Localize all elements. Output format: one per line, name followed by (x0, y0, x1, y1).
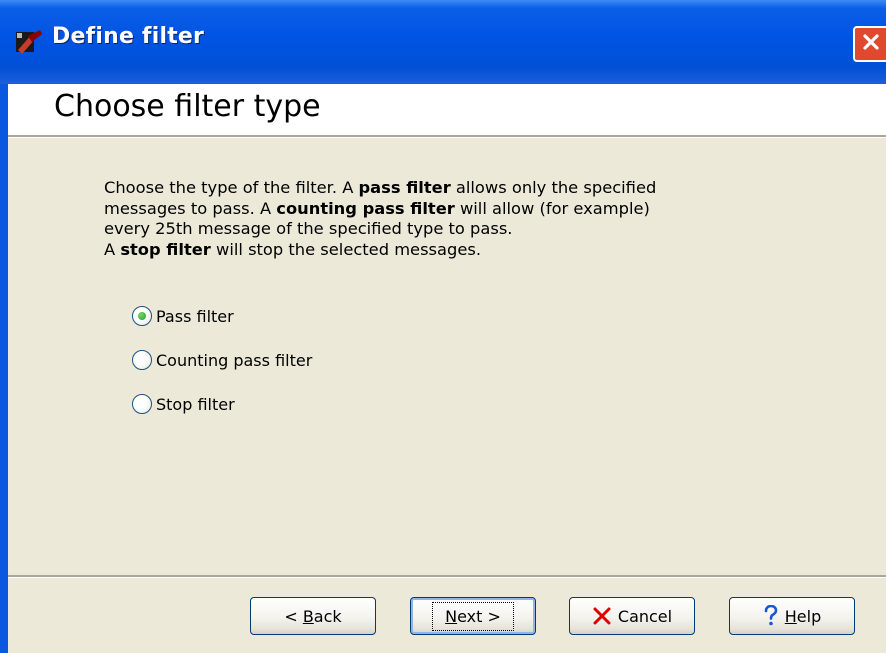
filter-description: Choose the type of the filter. A pass fi… (104, 178, 744, 260)
cancel-button-label: Cancel (617, 606, 673, 626)
radio-selected-dot (138, 312, 146, 320)
cancel-button[interactable]: Cancel (569, 597, 695, 635)
radio-label[interactable]: Pass filter (156, 307, 234, 326)
description-line-2: messages to pass. A counting pass filter… (104, 198, 650, 218)
window-frame-left (0, 84, 8, 653)
dialog-window: Define filter Choose filter type Choose … (0, 0, 886, 653)
next-button-label: Next > (432, 601, 514, 631)
radio-button[interactable] (132, 306, 152, 326)
radio-stop-filter[interactable]: Stop filter (132, 394, 235, 414)
description-line-4: A stop filter will stop the selected mes… (104, 239, 482, 259)
wizard-content: Choose the type of the filter. A pass fi… (8, 138, 886, 575)
close-icon (861, 32, 881, 56)
radio-pass-filter[interactable]: Pass filter (132, 306, 234, 326)
back-button-label: < Back (284, 606, 342, 626)
page-title: Choose filter type (54, 89, 321, 124)
description-line-1: Choose the type of the filter. A pass fi… (104, 178, 657, 197)
question-icon (763, 605, 779, 627)
description-line-3: every 25th message of the specified type… (104, 219, 513, 238)
filter-app-icon (14, 28, 44, 56)
help-button-label: Help (784, 606, 822, 626)
wizard-header: Choose filter type (8, 84, 886, 135)
radio-counting-pass-filter[interactable]: Counting pass filter (132, 350, 312, 370)
radio-label[interactable]: Counting pass filter (156, 351, 312, 370)
window-title: Define filter (52, 24, 205, 49)
x-icon (592, 606, 612, 626)
title-bar[interactable]: Define filter (0, 0, 886, 84)
button-bar: < Back Next > Cancel Help (8, 578, 886, 653)
radio-button[interactable] (132, 394, 152, 414)
next-button[interactable]: Next > (410, 597, 536, 635)
close-button[interactable] (853, 26, 886, 62)
radio-label[interactable]: Stop filter (156, 395, 235, 414)
radio-button[interactable] (132, 350, 152, 370)
back-button[interactable]: < Back (250, 597, 376, 635)
help-button[interactable]: Help (729, 597, 855, 635)
